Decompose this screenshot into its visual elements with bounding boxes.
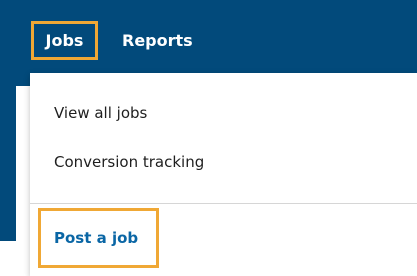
app-frame: Jobs Reports View all jobs Conversion tr… (0, 0, 417, 276)
menu-divider (30, 203, 417, 204)
menu-item-label: Conversion tracking (54, 153, 205, 171)
page-left-strip (0, 86, 16, 241)
nav-reports-label: Reports (122, 31, 193, 50)
post-a-job-label: Post a job (54, 229, 139, 247)
nav-jobs[interactable]: Jobs (31, 21, 98, 60)
menu-item-conversion-tracking[interactable]: Conversion tracking (54, 152, 204, 172)
menu-item-label: View all jobs (54, 104, 148, 122)
jobs-dropdown-menu: View all jobs Conversion tracking Post a… (30, 73, 417, 276)
nav-reports[interactable]: Reports (122, 30, 193, 52)
menu-item-view-all-jobs[interactable]: View all jobs (54, 103, 147, 123)
nav-jobs-label: Jobs (45, 30, 84, 50)
post-a-job-button[interactable]: Post a job (38, 208, 159, 268)
